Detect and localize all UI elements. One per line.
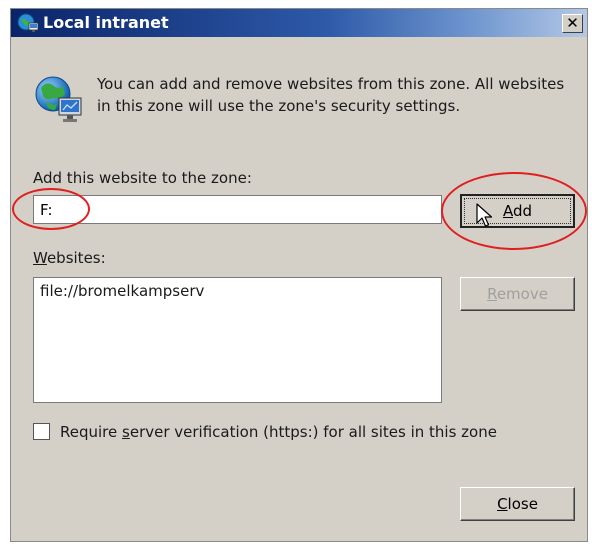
websites-list[interactable]: file://bromelkampserv xyxy=(33,277,442,403)
mouse-pointer-icon xyxy=(476,203,493,227)
add-website-input[interactable] xyxy=(33,195,442,224)
websites-label: Websites: xyxy=(33,249,106,267)
remove-button[interactable]: Remove xyxy=(460,277,575,311)
list-item[interactable]: file://bromelkampserv xyxy=(40,282,435,300)
require-https-label[interactable]: Require server verification (https:) for… xyxy=(60,423,497,441)
zone-description: You can add and remove websites from thi… xyxy=(97,75,565,115)
intranet-globe-monitor-icon xyxy=(35,76,82,122)
add-button-highlight-ellipse xyxy=(441,172,587,250)
close-button[interactable]: Close xyxy=(460,487,575,521)
require-https-checkbox[interactable] xyxy=(33,423,50,440)
input-highlight-ellipse xyxy=(12,188,90,230)
add-website-label: Add this website to the zone: xyxy=(33,169,252,187)
title-bar[interactable]: Local intranet ✕ xyxy=(11,9,587,37)
close-icon[interactable]: ✕ xyxy=(562,14,583,33)
window-title: Local intranet xyxy=(43,13,169,32)
intranet-globe-icon xyxy=(17,13,39,32)
dialog-window: Local intranet ✕ You can add and remove … xyxy=(10,8,588,542)
